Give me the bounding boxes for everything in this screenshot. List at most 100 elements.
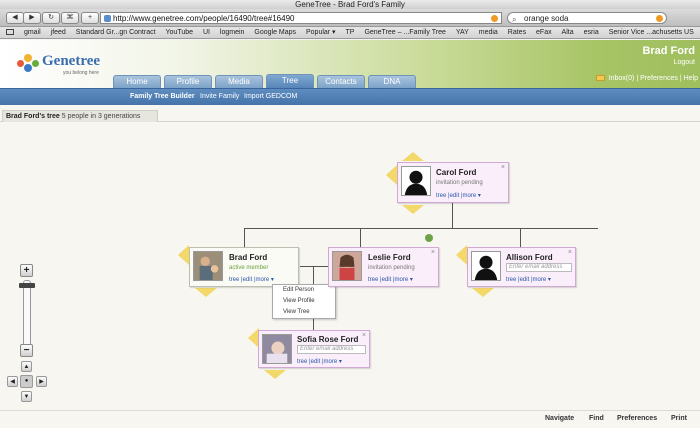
bookmark-item[interactable]: esria xyxy=(584,27,599,38)
tree-link[interactable]: tree xyxy=(506,277,516,283)
bookmark-item[interactable]: Google Maps xyxy=(254,27,296,38)
tab-tree[interactable]: Tree xyxy=(266,74,314,88)
forward-button[interactable]: ▶ xyxy=(23,12,41,24)
url-bar[interactable]: http://www.genetree.com/people/16490/tre… xyxy=(100,12,502,24)
print-button[interactable]: Print xyxy=(671,415,687,422)
pan-up-arrow-icon[interactable]: ▲ xyxy=(21,361,32,372)
email-field[interactable]: Enter email address xyxy=(506,263,572,272)
more-menu[interactable]: more ▾ xyxy=(463,193,481,199)
bookmark-item[interactable]: Popular ▾ xyxy=(306,27,336,38)
subnav-family-tree-builder[interactable]: Family Tree Builder xyxy=(130,93,195,100)
bookmark-item[interactable]: GeneTree – ...Family Tree xyxy=(364,27,445,38)
bookmark-item[interactable]: gmail xyxy=(24,27,41,38)
photo-sofia-icon xyxy=(263,335,291,363)
person-card-carol[interactable]: × Carol Ford invitation pending tree |ed… xyxy=(397,162,509,203)
edit-link[interactable]: edit xyxy=(311,359,321,365)
navigate-button[interactable]: Navigate xyxy=(545,415,574,422)
bookmark-item[interactable]: Standard Gr...gn Contract xyxy=(76,27,156,38)
pan-down-arrow-icon[interactable]: ▼ xyxy=(21,391,32,402)
back-button[interactable]: ◀ xyxy=(6,12,24,24)
subnav-invite-family[interactable]: Invite Family xyxy=(200,93,239,100)
bookmark-item[interactable]: TP xyxy=(346,27,355,38)
rss-icon[interactable] xyxy=(491,15,498,22)
tree-link[interactable]: tree xyxy=(436,193,446,199)
tree-subnav: Family Tree Builder Invite Family Import… xyxy=(0,88,700,105)
subnav-import-gedcom[interactable]: Import GEDCOM xyxy=(244,93,297,100)
menu-item-view-tree[interactable]: View Tree xyxy=(273,307,335,318)
add-bookmark-button[interactable]: + xyxy=(81,12,99,24)
expand-left-arrow[interactable] xyxy=(456,245,467,265)
tree-title-tab: Brad Ford's tree 5 people in 3 generatio… xyxy=(2,110,158,122)
edit-link[interactable]: edit xyxy=(520,277,530,283)
edit-link[interactable]: edit xyxy=(243,277,253,283)
bookmark-item[interactable]: UI xyxy=(203,27,210,38)
tree-node-icon[interactable] xyxy=(425,234,433,242)
tabs-button[interactable]: ⌘ xyxy=(61,12,79,24)
person-card-leslie[interactable]: × Leslie Ford invitation pending tree |e… xyxy=(328,247,439,287)
center-person-icon[interactable]: ● xyxy=(20,375,33,388)
preferences-button[interactable]: Preferences xyxy=(617,415,657,422)
more-menu[interactable]: more ▾ xyxy=(324,359,342,365)
bookmarks-icon[interactable] xyxy=(6,29,14,36)
bookmark-item[interactable]: YouTube xyxy=(166,27,194,38)
menu-item-edit-person[interactable]: Edit Person xyxy=(273,285,335,296)
zoom-in-button[interactable]: + xyxy=(20,264,33,277)
email-field[interactable]: Enter email address xyxy=(297,345,366,354)
tab-contacts[interactable]: Contacts xyxy=(317,75,365,88)
person-card-allison[interactable]: × Allison Ford Enter email address tree … xyxy=(467,247,576,287)
bookmark-item[interactable]: Rates xyxy=(508,27,526,38)
close-icon[interactable]: × xyxy=(501,164,505,171)
logout-link[interactable]: Logout xyxy=(674,59,695,66)
close-icon[interactable]: × xyxy=(568,249,572,256)
bookmark-item[interactable]: YAY xyxy=(456,27,469,38)
menu-item-view-profile[interactable]: View Profile xyxy=(273,296,335,307)
tree-link[interactable]: tree xyxy=(229,277,239,283)
url-text: http://www.genetree.com/people/16490/tre… xyxy=(113,14,295,23)
parent-connector xyxy=(452,203,453,229)
person-card-brad[interactable]: Brad Ford active member tree |edit |more… xyxy=(189,247,299,287)
edit-link[interactable]: edit xyxy=(450,193,460,199)
person-status: active member xyxy=(229,265,269,271)
person-card-sofia[interactable]: × Sofia Rose Ford Enter email address tr… xyxy=(258,330,370,368)
tree-title-bar: Brad Ford's tree 5 people in 3 generatio… xyxy=(0,110,700,122)
tree-link[interactable]: tree xyxy=(368,277,378,283)
tab-media[interactable]: Media xyxy=(215,75,263,88)
reload-button[interactable]: ↻ xyxy=(42,12,60,24)
expand-down-arrow[interactable] xyxy=(472,288,494,297)
expand-left-arrow[interactable] xyxy=(178,245,189,265)
zoom-slider-track[interactable] xyxy=(23,280,31,352)
more-menu[interactable]: more ▾ xyxy=(256,277,274,283)
inbox-link[interactable]: Inbox(0) xyxy=(609,75,635,82)
expand-up-arrow[interactable] xyxy=(402,152,424,161)
pan-left-arrow-icon[interactable]: ◀ xyxy=(7,376,18,387)
help-link[interactable]: Help xyxy=(684,75,698,82)
find-button[interactable]: Find xyxy=(589,415,604,422)
bookmark-item[interactable]: media xyxy=(479,27,498,38)
tab-home[interactable]: Home xyxy=(113,75,161,88)
avatar xyxy=(471,251,501,281)
expand-down-arrow[interactable] xyxy=(195,288,217,297)
more-menu[interactable]: more ▾ xyxy=(395,277,413,283)
zoom-out-button[interactable]: − xyxy=(20,344,33,357)
bookmark-item[interactable]: logmein xyxy=(220,27,245,38)
close-icon[interactable]: × xyxy=(362,332,366,339)
more-menu[interactable]: more ▾ xyxy=(533,277,551,283)
tab-profile[interactable]: Profile xyxy=(164,75,212,88)
bookmark-item[interactable]: Alta xyxy=(562,27,574,38)
tab-dna[interactable]: DNA xyxy=(368,75,416,88)
expand-down-arrow[interactable] xyxy=(264,370,286,379)
expand-left-arrow[interactable] xyxy=(386,165,397,185)
preferences-link[interactable]: Preferences xyxy=(640,75,678,82)
bookmark-item[interactable]: jfeed xyxy=(51,27,66,38)
expand-down-arrow[interactable] xyxy=(402,205,424,214)
pan-right-arrow-icon[interactable]: ▶ xyxy=(36,376,47,387)
bookmark-item[interactable]: eFax xyxy=(536,27,552,38)
tree-link[interactable]: tree xyxy=(297,359,307,365)
bookmark-item[interactable]: Senior Vice ...achusetts US xyxy=(609,27,694,38)
clear-search-icon[interactable] xyxy=(656,15,663,22)
genetree-logo[interactable]: Genetree you belong here xyxy=(15,50,105,80)
edit-link[interactable]: edit xyxy=(382,277,392,283)
browser-search-field[interactable]: ⌕ orange soda xyxy=(507,12,667,24)
zoom-slider-handle[interactable] xyxy=(19,283,35,289)
close-icon[interactable]: × xyxy=(431,249,435,256)
